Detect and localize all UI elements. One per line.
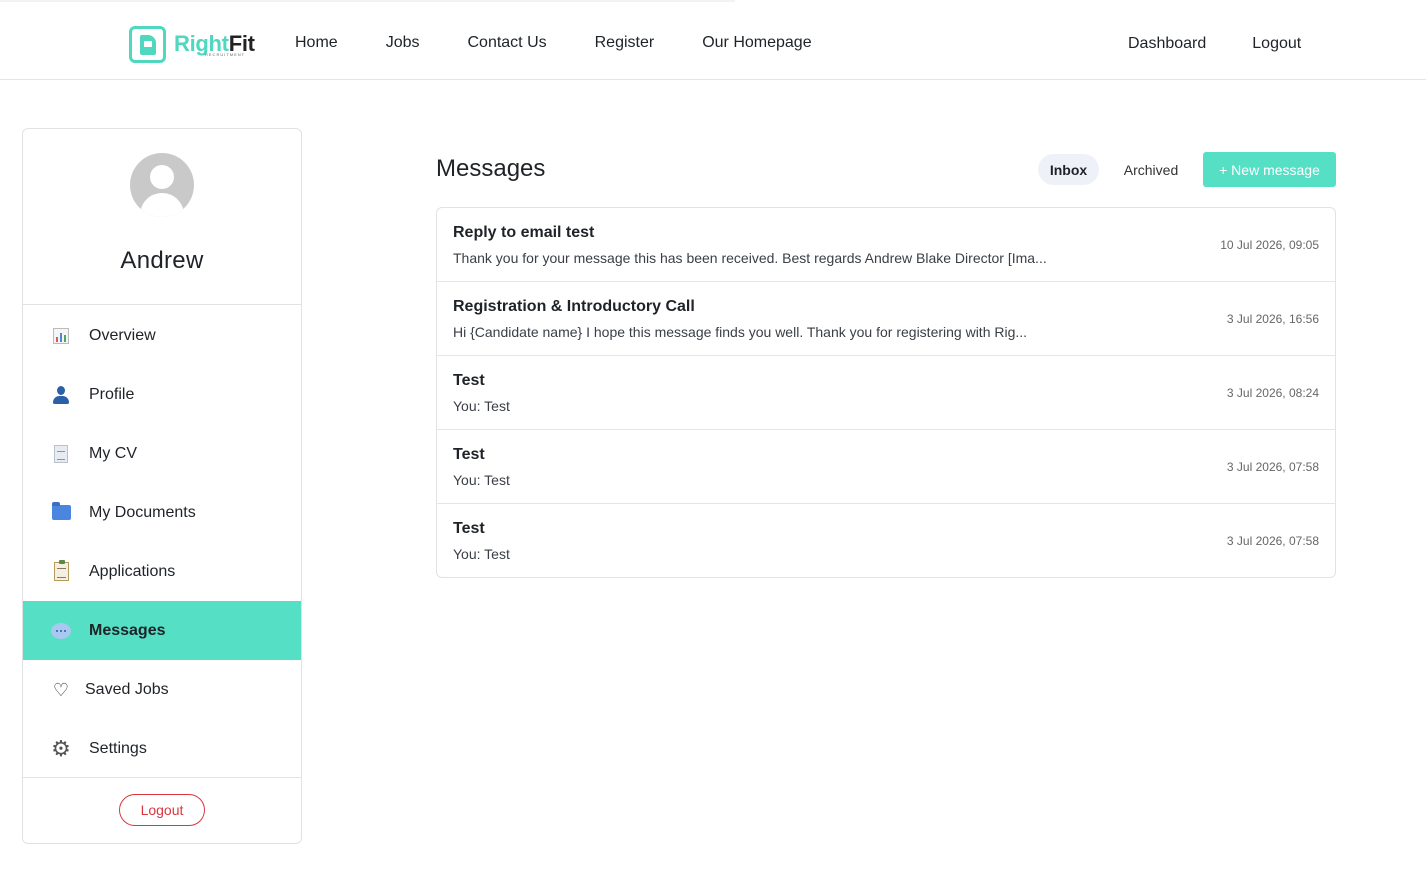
- message-row[interactable]: Test You: Test 3 Jul 2026, 07:58: [437, 430, 1335, 504]
- message-date: 3 Jul 2026, 07:58: [1226, 460, 1319, 474]
- nav-our-homepage[interactable]: Our Homepage: [702, 33, 811, 53]
- message-row[interactable]: Test You: Test 3 Jul 2026, 08:24: [437, 356, 1335, 430]
- account-nav: Dashboard Logout: [1128, 34, 1347, 54]
- message-subject: Test: [453, 520, 485, 537]
- message-date: 3 Jul 2026, 16:56: [1226, 312, 1319, 326]
- avatar-body-shape: [140, 193, 184, 217]
- message-date: 3 Jul 2026, 08:24: [1226, 386, 1319, 400]
- avatar: [130, 153, 194, 217]
- sidebar-divider-bottom: [23, 777, 301, 778]
- speech-bubble-icon: [51, 621, 71, 641]
- message-row[interactable]: Reply to email test Thank you for your m…: [437, 208, 1335, 282]
- nav-logout[interactable]: Logout: [1252, 34, 1301, 54]
- heart-icon: ♡: [52, 679, 70, 700]
- message-date: 10 Jul 2026, 09:05: [1220, 238, 1319, 252]
- rightfit-logo[interactable]: RightFit: [129, 25, 255, 63]
- tab-archived[interactable]: Archived: [1112, 154, 1190, 185]
- nav-register[interactable]: Register: [595, 33, 655, 53]
- sidebar-item-messages[interactable]: Messages: [23, 601, 301, 660]
- sidebar-item-label: My Documents: [89, 503, 196, 521]
- sidebar-item-label: Profile: [89, 385, 135, 403]
- message-row[interactable]: Registration & Introductory Call Hi {Can…: [437, 282, 1335, 356]
- sidebar-item-label: My CV: [89, 444, 137, 462]
- sidebar-item-my-cv[interactable]: My CV: [23, 424, 301, 483]
- avatar-head-shape: [150, 165, 174, 189]
- sidebar-item-label: Applications: [89, 562, 176, 580]
- sidebar-item-label: Messages: [89, 621, 166, 639]
- nav-home[interactable]: Home: [295, 33, 338, 53]
- message-preview: You: Test: [453, 472, 510, 488]
- sidebar-item-label: Overview: [89, 326, 156, 344]
- logo-tagline: RECRUITMENT: [205, 52, 246, 57]
- sidebar-item-label: Settings: [89, 739, 147, 757]
- sidebar-item-label: Saved Jobs: [85, 680, 169, 698]
- sidebar-logout-button[interactable]: Logout: [119, 794, 205, 826]
- nav-dashboard[interactable]: Dashboard: [1128, 34, 1206, 54]
- message-subject: Test: [453, 372, 485, 389]
- document-icon: [51, 444, 71, 464]
- nav-jobs[interactable]: Jobs: [386, 33, 420, 53]
- sidebar-item-saved-jobs[interactable]: ♡ Saved Jobs: [23, 660, 301, 719]
- message-subject: Reply to email test: [453, 224, 595, 241]
- primary-nav: Home Jobs Contact Us Register Our Homepa…: [295, 33, 860, 53]
- message-list: Reply to email test Thank you for your m…: [436, 207, 1336, 578]
- top-divider-line: [0, 0, 735, 2]
- message-preview: Thank you for your message this has been…: [453, 250, 1047, 266]
- message-preview: You: Test: [453, 398, 510, 414]
- message-subject: Test: [453, 446, 485, 463]
- logo-mark-icon: [129, 25, 166, 63]
- message-preview: You: Test: [453, 546, 510, 562]
- clipboard-icon: [51, 560, 71, 582]
- sidebar-item-profile[interactable]: Profile: [23, 365, 301, 424]
- sidebar-item-applications[interactable]: Applications: [23, 542, 301, 601]
- dashboard-sidebar: Andrew Overview Profile My CV My Documen…: [22, 128, 302, 844]
- nav-contact-us[interactable]: Contact Us: [467, 33, 546, 53]
- sidebar-item-overview[interactable]: Overview: [23, 306, 301, 365]
- sidebar-item-settings[interactable]: ⚙ Settings: [23, 719, 301, 778]
- gear-icon: ⚙: [51, 735, 71, 761]
- sidebar-divider-top: [23, 304, 301, 305]
- user-name: Andrew: [120, 247, 204, 274]
- new-message-button[interactable]: + New message: [1203, 152, 1336, 187]
- message-preview: Hi {Candidate name} I hope this message …: [453, 324, 1028, 340]
- bar-chart-icon: [51, 326, 71, 346]
- sidebar-nav: Overview Profile My CV My Documents Appl…: [23, 306, 301, 778]
- folder-icon: [51, 502, 71, 523]
- sidebar-item-my-documents[interactable]: My Documents: [23, 483, 301, 542]
- person-icon: [51, 385, 71, 405]
- message-subject: Registration & Introductory Call: [453, 298, 695, 315]
- message-date: 3 Jul 2026, 07:58: [1226, 534, 1319, 548]
- page-title: Messages: [436, 155, 546, 182]
- top-navbar: RightFit RECRUITMENT Home Jobs Contact U…: [0, 0, 1426, 80]
- tab-inbox[interactable]: Inbox: [1038, 154, 1099, 185]
- message-row[interactable]: Test You: Test 3 Jul 2026, 07:58: [437, 504, 1335, 577]
